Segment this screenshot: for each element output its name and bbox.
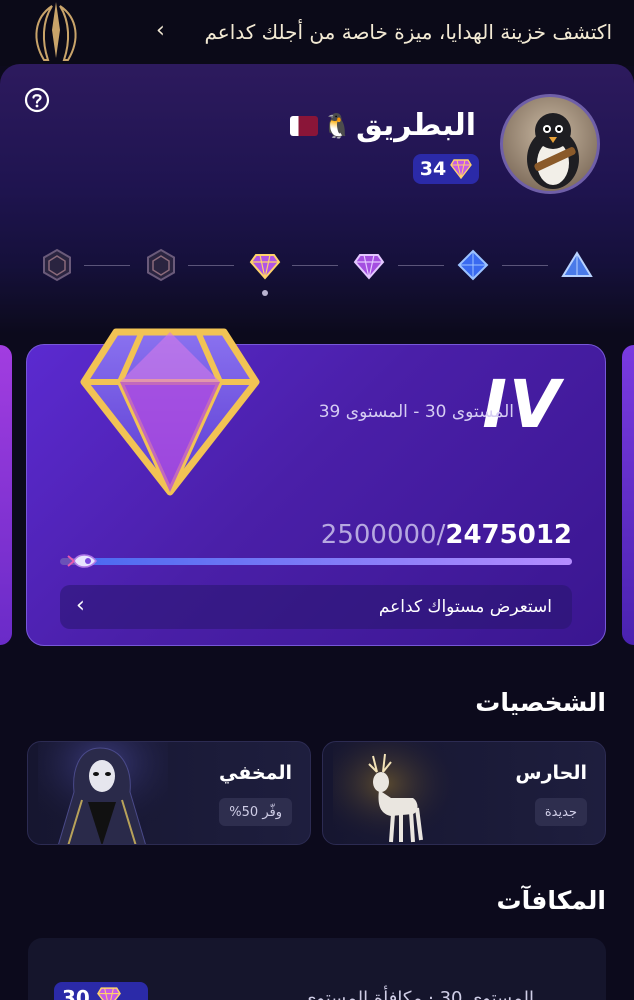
character-name: المخفي <box>219 762 292 784</box>
character-card-guardian[interactable]: الحارس جديدة <box>322 741 606 845</box>
avatar[interactable] <box>500 94 600 194</box>
tier-connector <box>398 265 444 266</box>
rocket-icon <box>67 554 97 568</box>
help-icon[interactable] <box>24 87 50 113</box>
progress-fill <box>80 558 572 565</box>
level-range: المستوى 30 - المستوى 39 <box>318 402 514 422</box>
gem-gold-icon[interactable] <box>248 248 282 282</box>
reward-text: المستوى 30 · مكافأة المستوى <box>302 988 534 1000</box>
chevron-left-icon: ‹ <box>76 593 85 618</box>
banner-text[interactable]: اكتشف خزينة الهدايا، ميزة خاصة من أجلك ك… <box>205 20 613 44</box>
tier-connector <box>502 265 548 266</box>
gem-icon <box>96 987 121 1000</box>
progress-bar <box>60 558 572 565</box>
view-level-button[interactable]: ‹ استعرض مستواك كداعم <box>60 585 572 629</box>
character-tag-discount: وفّر 50% <box>219 798 292 826</box>
progress-current: 2475012 <box>445 520 572 550</box>
username: البطريق 🐧 <box>290 108 476 143</box>
tier-connector <box>292 265 338 266</box>
character-card-hidden[interactable]: المخفي وفّر 50% <box>27 741 311 845</box>
tier-connector <box>84 265 130 266</box>
characters-title: الشخصيات <box>475 688 606 717</box>
rewards-title: المكافآت <box>496 886 606 915</box>
progress-target: 2500000 <box>320 520 437 550</box>
character-tag-new: جديدة <box>534 798 587 826</box>
gem-count: 34 <box>419 158 447 180</box>
deer-icon <box>333 742 463 844</box>
qatar-flag-icon <box>290 115 319 136</box>
penguin-emoji: 🐧 <box>322 111 352 140</box>
masked-figure-icon <box>38 742 168 844</box>
locked-hex-icon[interactable] <box>144 248 178 282</box>
prev-level-card[interactable] <box>0 345 12 645</box>
current-tier-indicator <box>262 290 268 296</box>
progress-text: 2500000/2475012 <box>321 520 572 550</box>
username-text: البطريق <box>356 108 476 143</box>
crest-logo-icon <box>35 2 77 61</box>
next-level-card[interactable] <box>622 345 634 645</box>
top-banner[interactable]: ‹ اكتشف خزينة الهدايا، ميزة خاصة من أجلك… <box>0 0 634 66</box>
banner-chevron-icon: ‹ <box>156 18 165 43</box>
view-level-label: استعرض مستواك كداعم <box>378 597 552 617</box>
reward-level-badge: 30 <box>54 982 148 1000</box>
character-name: الحارس <box>515 762 587 784</box>
triangle-blue-icon[interactable] <box>560 248 594 282</box>
tier-connector <box>188 265 234 266</box>
reward-level: 30 <box>62 986 90 1000</box>
gem-count-badge: 34 <box>413 154 479 184</box>
gem-icon <box>450 159 473 179</box>
locked-hex-icon[interactable] <box>40 248 74 282</box>
gem-blue-icon[interactable] <box>456 248 490 282</box>
gem-purple-icon[interactable] <box>352 248 386 282</box>
level-gem-icon <box>80 328 260 496</box>
